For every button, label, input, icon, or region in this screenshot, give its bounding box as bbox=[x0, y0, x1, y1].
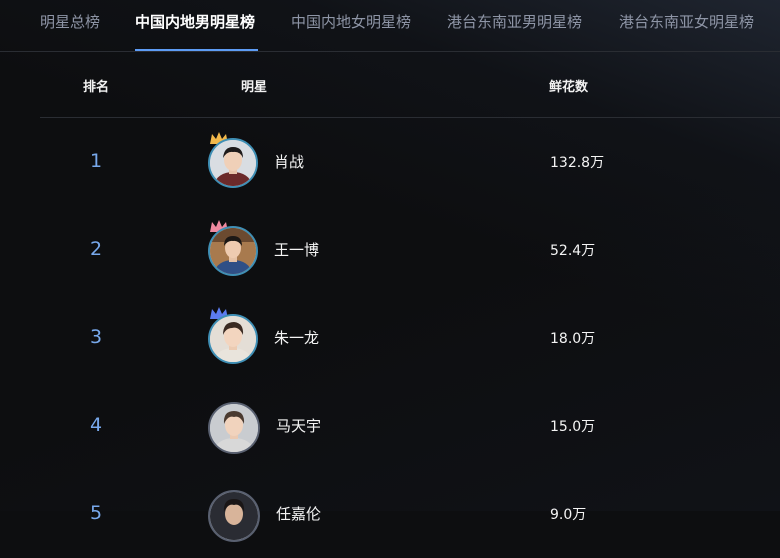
table-row[interactable]: 2 王一博 52.4万 bbox=[0, 206, 780, 294]
table-row[interactable]: 1 肖战 132.8万 bbox=[0, 118, 780, 206]
table-row[interactable]: 3 朱一龙 18.0万 bbox=[0, 294, 780, 382]
flower-count: 52.4万 bbox=[550, 243, 596, 259]
tab-hk-tw-sea-female[interactable]: 港台东南亚女明星榜 bbox=[619, 11, 754, 32]
flower-count: 132.8万 bbox=[550, 155, 605, 171]
tab-hk-tw-sea-male[interactable]: 港台东南亚男明星榜 bbox=[447, 11, 582, 32]
table-row[interactable]: 4 马天宇 15.0万 bbox=[0, 382, 780, 470]
star-name[interactable]: 马天宇 bbox=[276, 415, 321, 436]
table-row[interactable]: 5 任嘉伦 9.0万 bbox=[0, 470, 780, 558]
header-star: 明星 bbox=[241, 80, 268, 95]
star-name[interactable]: 王一博 bbox=[274, 239, 319, 260]
rank-number: 1 bbox=[89, 150, 103, 172]
header-rank: 排名 bbox=[83, 80, 110, 95]
rank-number: 5 bbox=[89, 502, 103, 524]
avatar[interactable] bbox=[208, 490, 260, 542]
rank-number: 3 bbox=[89, 326, 103, 348]
ranking-tabs: 明星总榜 中国内地男明星榜 中国内地女明星榜 港台东南亚男明星榜 港台东南亚女明… bbox=[0, 0, 780, 52]
avatar[interactable] bbox=[208, 226, 258, 276]
header-flowers: 鲜花数 bbox=[549, 80, 589, 95]
flower-count: 9.0万 bbox=[550, 507, 587, 523]
star-name[interactable]: 肖战 bbox=[274, 151, 304, 172]
table-header: 排名 明星 鲜花数 bbox=[0, 52, 780, 116]
flower-count: 15.0万 bbox=[550, 419, 596, 435]
tab-mainland-male[interactable]: 中国内地男明星榜 bbox=[135, 11, 255, 32]
star-name[interactable]: 任嘉伦 bbox=[276, 503, 321, 524]
rank-number: 2 bbox=[89, 238, 103, 260]
avatar[interactable] bbox=[208, 402, 260, 454]
avatar[interactable] bbox=[208, 314, 258, 364]
avatar[interactable] bbox=[208, 138, 258, 188]
rank-number: 4 bbox=[89, 414, 103, 436]
flower-count: 18.0万 bbox=[550, 331, 596, 347]
tab-all-stars[interactable]: 明星总榜 bbox=[40, 11, 100, 32]
tab-mainland-female[interactable]: 中国内地女明星榜 bbox=[291, 11, 411, 32]
star-name[interactable]: 朱一龙 bbox=[274, 327, 319, 348]
